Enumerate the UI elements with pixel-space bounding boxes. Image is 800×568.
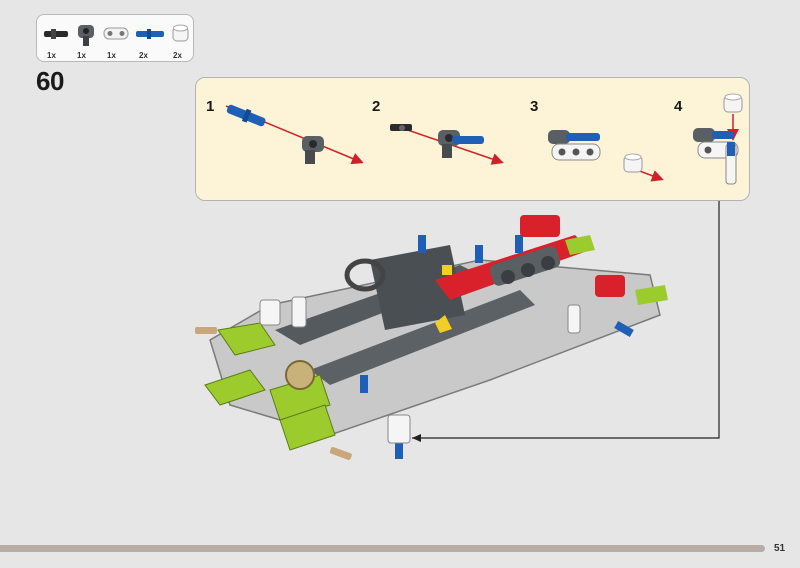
page-number: 51 xyxy=(774,543,786,554)
step-number: 60 xyxy=(36,66,64,96)
pin-connector-icon xyxy=(78,25,94,46)
part-item: 2x xyxy=(133,17,164,61)
black-axle-pin-icon xyxy=(44,29,68,39)
blue-axle-pin-icon xyxy=(136,29,164,39)
part-item: 1x xyxy=(101,17,131,61)
substep-illustrations xyxy=(225,93,743,185)
part-item: 1x xyxy=(41,17,71,61)
substep-1-assembly xyxy=(225,104,364,165)
part-item: 1x xyxy=(71,17,101,61)
parts-list-box: 1x 1x 1x 2x 2x xyxy=(36,14,194,62)
chassis-model-illustration xyxy=(195,215,668,460)
substep-4-assembly xyxy=(693,93,743,185)
substep-panel: 1 2 3 4 xyxy=(195,77,750,201)
part-qty: 2x xyxy=(139,51,148,60)
white-bush-icon xyxy=(172,24,189,42)
part-qty: 1x xyxy=(77,51,86,60)
substep-2-assembly xyxy=(390,124,504,165)
substep-3-assembly xyxy=(548,130,664,182)
part-qty: 2x xyxy=(173,51,182,60)
footer-progress-bar xyxy=(0,545,765,552)
part-qty: 1x xyxy=(107,51,116,60)
part-item: 2x xyxy=(167,17,197,61)
white-beam-icon xyxy=(103,27,129,40)
part-qty: 1x xyxy=(47,51,56,60)
